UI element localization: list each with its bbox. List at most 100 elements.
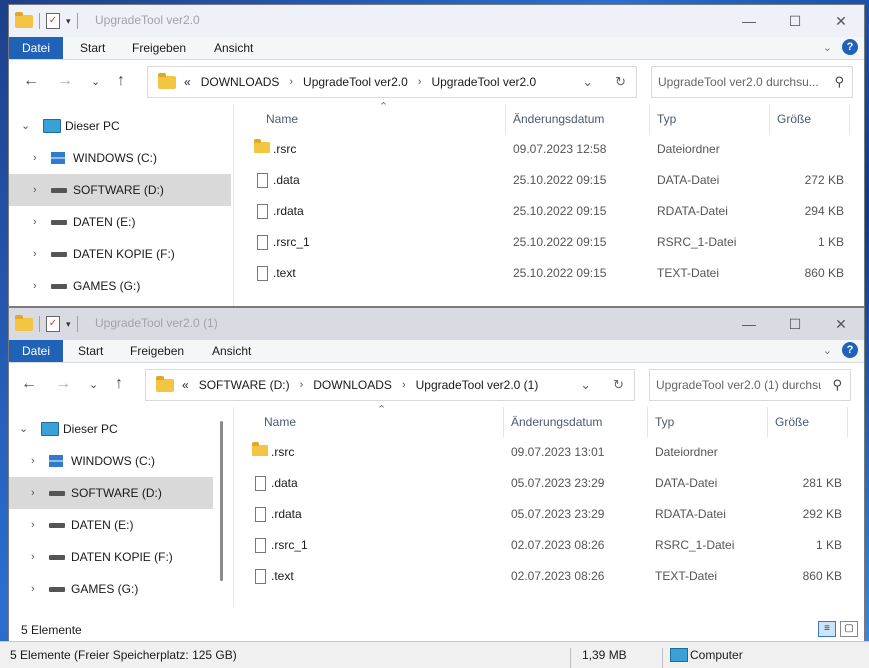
title-bar[interactable]: ✓ ▾ UpgradeTool ver2.0 (1) — ☐ ✕ [9, 308, 864, 340]
breadcrumb-item[interactable]: UpgradeTool ver2.0 (1) [416, 378, 539, 392]
breadcrumb-overflow[interactable]: « [184, 75, 191, 89]
chevron-right-icon[interactable]: › [33, 270, 37, 302]
column-header-name[interactable]: Name [266, 112, 298, 126]
tree-item-games-g[interactable]: › GAMES (G:) [9, 573, 213, 605]
chevron-right-icon[interactable]: › [31, 509, 35, 541]
breadcrumb-item[interactable]: DOWNLOADS [313, 378, 392, 392]
tab-ansicht[interactable]: Ansicht [214, 37, 253, 59]
search-input[interactable]: UpgradeTool ver2.0 durchsu... ⚲ [651, 66, 853, 98]
quick-access-dropdown-icon[interactable]: ▾ [66, 319, 71, 330]
tree-item-dieser-pc[interactable]: ⌄ Dieser PC [9, 413, 231, 445]
chevron-right-icon[interactable]: › [33, 238, 37, 270]
tab-ansicht[interactable]: Ansicht [212, 340, 251, 362]
navigation-scrollbar[interactable] [220, 421, 223, 581]
breadcrumb-item[interactable]: UpgradeTool ver2.0 [303, 75, 408, 89]
tree-item-windows-c[interactable]: › WINDOWS (C:) [9, 445, 213, 477]
column-header-size[interactable]: Größe [775, 415, 809, 429]
refresh-icon[interactable]: ↻ [615, 74, 626, 90]
tree-item-software-d[interactable]: › SOFTWARE (D:) [9, 477, 213, 509]
tree-item-software-d[interactable]: › SOFTWARE (D:) [9, 174, 231, 206]
file-row[interactable]: .data 05.07.2023 23:29 DATA-Datei 281 KB [233, 468, 864, 499]
minimize-button[interactable]: — [726, 308, 772, 340]
close-button[interactable]: ✕ [818, 308, 864, 340]
minimize-button[interactable]: — [726, 5, 772, 37]
search-icon[interactable]: ⚲ [832, 377, 842, 393]
tree-item-daten-e[interactable]: › DATEN (E:) [9, 206, 231, 238]
address-dropdown-icon[interactable]: ⌄ [582, 74, 593, 90]
file-row[interactable]: .text 25.10.2022 09:15 TEXT-Datei 860 KB [235, 258, 864, 289]
file-row[interactable]: .rdata 05.07.2023 23:29 RDATA-Datei 292 … [233, 499, 864, 530]
tab-datei[interactable]: Datei [9, 340, 63, 362]
file-row[interactable]: .rdata 25.10.2022 09:15 RDATA-Datei 294 … [235, 196, 864, 227]
details-view-button[interactable]: ≡ [818, 621, 836, 637]
address-bar[interactable]: « DOWNLOADS › UpgradeTool ver2.0 › Upgra… [147, 66, 637, 98]
column-divider[interactable] [767, 407, 768, 437]
column-divider[interactable] [647, 407, 648, 437]
breadcrumb-item[interactable]: UpgradeTool ver2.0 [431, 75, 536, 89]
recent-locations-dropdown[interactable]: ⌄ [89, 378, 98, 391]
tab-start[interactable]: Start [80, 37, 105, 59]
chevron-right-icon[interactable]: › [31, 445, 35, 477]
breadcrumb-item[interactable]: DOWNLOADS [201, 75, 280, 89]
column-header-size[interactable]: Größe [777, 112, 811, 126]
chevron-right-icon[interactable]: › [33, 206, 37, 238]
file-row[interactable]: .rsrc_1 25.10.2022 09:15 RSRC_1-Datei 1 … [235, 227, 864, 258]
chevron-right-icon[interactable]: › [418, 76, 422, 88]
forward-button[interactable]: → [57, 72, 73, 90]
close-button[interactable]: ✕ [818, 5, 864, 37]
tab-datei[interactable]: Datei [9, 37, 63, 59]
quick-access-dropdown-icon[interactable]: ▾ [66, 16, 71, 27]
tab-start[interactable]: Start [78, 340, 103, 362]
up-button[interactable]: ↑ [115, 375, 123, 393]
column-header-date[interactable]: Änderungsdatum [513, 112, 604, 126]
help-icon[interactable]: ? [842, 342, 858, 358]
large-icons-view-button[interactable]: ▢ [840, 621, 858, 637]
recent-locations-dropdown[interactable]: ⌄ [91, 75, 100, 88]
address-bar[interactable]: « SOFTWARE (D:) › DOWNLOADS › UpgradeToo… [145, 369, 635, 401]
file-row[interactable]: .rsrc 09.07.2023 13:01 Dateiordner [233, 437, 864, 468]
chevron-right-icon[interactable]: › [300, 379, 304, 391]
breadcrumb-item[interactable]: SOFTWARE (D:) [199, 378, 290, 392]
column-divider[interactable] [849, 104, 850, 134]
column-divider[interactable] [505, 104, 506, 134]
tree-item-games-g[interactable]: › GAMES (G:) [9, 270, 231, 302]
search-icon[interactable]: ⚲ [834, 74, 844, 90]
address-dropdown-icon[interactable]: ⌄ [580, 377, 591, 393]
chevron-right-icon[interactable]: › [33, 142, 37, 174]
back-button[interactable]: ← [23, 72, 39, 90]
column-divider[interactable] [503, 407, 504, 437]
chevron-down-icon[interactable]: ⌄ [19, 413, 28, 445]
expand-ribbon-icon[interactable]: ⌄ [823, 344, 832, 357]
tree-item-daten-kopie-f[interactable]: › DATEN KOPIE (F:) [9, 541, 213, 573]
maximize-button[interactable]: ☐ [772, 308, 818, 340]
column-header-date[interactable]: Änderungsdatum [511, 415, 602, 429]
breadcrumb-overflow[interactable]: « [182, 378, 189, 392]
column-divider[interactable] [847, 407, 848, 437]
help-icon[interactable]: ? [842, 39, 858, 55]
tree-item-dieser-pc[interactable]: ⌄ Dieser PC [9, 110, 231, 142]
file-row[interactable]: .rsrc_1 02.07.2023 08:26 RSRC_1-Datei 1 … [233, 530, 864, 561]
column-header-name[interactable]: Name [264, 415, 296, 429]
file-row[interactable]: .rsrc 09.07.2023 12:58 Dateiordner [235, 134, 864, 165]
pane-divider[interactable] [233, 104, 234, 306]
file-row[interactable]: .data 25.10.2022 09:15 DATA-Datei 272 KB [235, 165, 864, 196]
chevron-right-icon[interactable]: › [289, 76, 293, 88]
chevron-right-icon[interactable]: › [31, 541, 35, 573]
search-input[interactable]: UpgradeTool ver2.0 (1) durchsu... ⚲ [649, 369, 851, 401]
refresh-icon[interactable]: ↻ [613, 377, 624, 393]
file-row[interactable]: .text 02.07.2023 08:26 TEXT-Datei 860 KB [233, 561, 864, 592]
maximize-button[interactable]: ☐ [772, 5, 818, 37]
tree-item-windows-c[interactable]: › WINDOWS (C:) [9, 142, 231, 174]
tree-item-daten-kopie-f[interactable]: › DATEN KOPIE (F:) [9, 238, 231, 270]
up-button[interactable]: ↑ [117, 72, 125, 90]
column-header-type[interactable]: Typ [655, 415, 674, 429]
chevron-right-icon[interactable]: › [402, 379, 406, 391]
chevron-right-icon[interactable]: › [31, 477, 35, 509]
chevron-right-icon[interactable]: › [33, 174, 37, 206]
forward-button[interactable]: → [55, 375, 71, 393]
properties-icon[interactable]: ✓ [46, 13, 60, 29]
chevron-down-icon[interactable]: ⌄ [21, 110, 30, 142]
expand-ribbon-icon[interactable]: ⌄ [823, 41, 832, 54]
tab-freigeben[interactable]: Freigeben [132, 37, 186, 59]
tree-item-daten-e[interactable]: › DATEN (E:) [9, 509, 213, 541]
